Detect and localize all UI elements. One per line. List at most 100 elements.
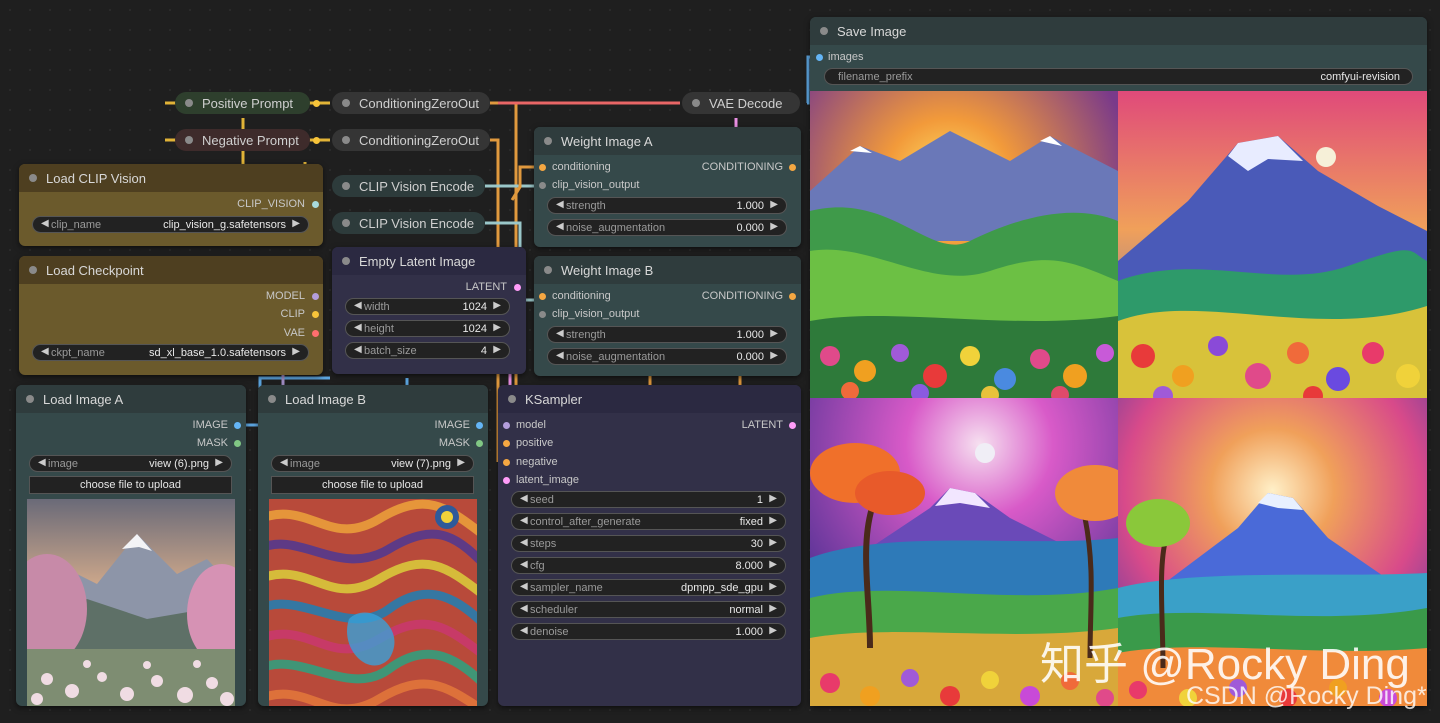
denoise-widget[interactable]: ◀ denoise 1.000 ▶ [511,623,786,640]
collapse-dot-icon[interactable] [342,219,350,227]
collapse-dot-icon[interactable] [29,266,37,274]
node-header[interactable]: Load Checkpoint [19,256,323,284]
weight-image-b-node[interactable]: Weight Image B conditioning clip_vision_… [534,256,801,376]
image-combo[interactable]: ◀ image view (6).png ▶ [29,455,232,472]
arrow-right-icon[interactable]: ▶ [769,603,777,614]
output-dot-icon[interactable] [312,201,319,208]
collapse-dot-icon[interactable] [820,27,828,35]
input-dot-icon[interactable] [503,477,510,484]
upload-button[interactable]: choose file to upload [271,476,474,494]
collapse-dot-icon[interactable] [508,395,516,403]
output-dot-icon[interactable] [789,293,796,300]
arrow-left-icon[interactable]: ◀ [354,344,362,355]
arrow-left-icon[interactable]: ◀ [520,493,528,504]
output-image-2[interactable] [1118,91,1427,398]
arrow-right-icon[interactable]: ▶ [769,559,777,570]
cfg-widget[interactable]: ◀ cfg 8.000 ▶ [511,557,786,574]
input-dot-icon[interactable] [503,440,510,447]
image-combo[interactable]: ◀ image view (7).png ▶ [271,455,474,472]
conditioning-zero-out-node[interactable]: ConditioningZeroOut [332,129,490,151]
node-header[interactable]: Load CLIP Vision [19,164,323,192]
input-dot-icon[interactable] [539,293,546,300]
clip-vision-encode-node[interactable]: CLIP Vision Encode [332,175,485,197]
arrow-left-icon[interactable]: ◀ [556,328,564,339]
node-header[interactable]: Weight Image B [534,256,801,284]
positive-prompt-node[interactable]: Positive Prompt [175,92,310,114]
width-widget[interactable]: ◀ width 1024 ▶ [345,298,510,315]
vae-decode-node[interactable]: VAE Decode [682,92,800,114]
load-image-a-node[interactable]: Load Image A IMAGE MASK ◀ image view (6)… [16,385,246,706]
collapse-dot-icon[interactable] [544,137,552,145]
load-clip-vision-node[interactable]: Load CLIP Vision CLIP_VISION ◀ clip_name… [19,164,323,246]
output-dot-icon[interactable] [313,100,320,107]
collapse-dot-icon[interactable] [26,395,34,403]
ksampler-node[interactable]: KSampler model positive negative latent_… [498,385,801,706]
collapse-dot-icon[interactable] [185,99,193,107]
upload-button[interactable]: choose file to upload [29,476,232,494]
collapse-dot-icon[interactable] [692,99,700,107]
output-dot-icon[interactable] [234,440,241,447]
node-header[interactable]: Load Image A [16,385,246,413]
output-image-1[interactable] [810,91,1118,398]
arrow-right-icon[interactable]: ▶ [769,515,777,526]
arrow-left-icon[interactable]: ◀ [41,346,49,357]
node-header[interactable]: Empty Latent Image [332,247,526,275]
arrow-right-icon[interactable]: ▶ [292,346,300,357]
input-dot-icon[interactable] [539,164,546,171]
weight-image-a-node[interactable]: Weight Image A conditioning clip_vision_… [534,127,801,247]
arrow-left-icon[interactable]: ◀ [280,457,288,468]
arrow-right-icon[interactable]: ▶ [769,625,777,636]
output-dot-icon[interactable] [312,311,319,318]
height-widget[interactable]: ◀ height 1024 ▶ [345,320,510,337]
arrow-left-icon[interactable]: ◀ [520,581,528,592]
arrow-right-icon[interactable]: ▶ [770,221,778,232]
clip-name-combo[interactable]: ◀ clip_name clip_vision_g.safetensors ▶ [32,216,309,233]
collapse-dot-icon[interactable] [342,99,350,107]
arrow-right-icon[interactable]: ▶ [457,457,465,468]
arrow-right-icon[interactable]: ▶ [770,350,778,361]
arrow-right-icon[interactable]: ▶ [769,493,777,504]
arrow-right-icon[interactable]: ▶ [493,322,501,333]
arrow-right-icon[interactable]: ▶ [769,581,777,592]
arrow-left-icon[interactable]: ◀ [520,625,528,636]
collapse-dot-icon[interactable] [544,266,552,274]
arrow-left-icon[interactable]: ◀ [354,300,362,311]
load-image-b-node[interactable]: Load Image B IMAGE MASK ◀ image view (7)… [258,385,488,706]
output-dot-icon[interactable] [476,440,483,447]
output-dot-icon[interactable] [312,330,319,337]
node-header[interactable]: Load Image B [258,385,488,413]
filename-prefix-input[interactable]: filename_prefix comfyui-revision [824,68,1413,85]
node-header[interactable]: KSampler [498,385,801,413]
arrow-left-icon[interactable]: ◀ [520,515,528,526]
clip-vision-encode-node[interactable]: CLIP Vision Encode [332,212,485,234]
output-dot-icon[interactable] [312,293,319,300]
arrow-left-icon[interactable]: ◀ [556,199,564,210]
output-dot-icon[interactable] [514,284,521,291]
collapse-dot-icon[interactable] [342,257,350,265]
arrow-right-icon[interactable]: ▶ [292,218,300,229]
arrow-right-icon[interactable]: ▶ [493,344,501,355]
node-header[interactable]: Weight Image A [534,127,801,155]
collapse-dot-icon[interactable] [342,136,350,144]
negative-prompt-node[interactable]: Negative Prompt [175,129,310,151]
output-dot-icon[interactable] [789,422,796,429]
ckpt-name-combo[interactable]: ◀ ckpt_name sd_xl_base_1.0.safetensors ▶ [32,344,309,361]
arrow-left-icon[interactable]: ◀ [38,457,46,468]
collapse-dot-icon[interactable] [185,136,193,144]
node-header[interactable]: Save Image [810,17,1427,45]
noise-augmentation-widget[interactable]: ◀ noise_augmentation 0.000 ▶ [547,219,787,236]
output-dot-icon[interactable] [476,422,483,429]
input-dot-icon[interactable] [816,54,823,61]
steps-widget[interactable]: ◀ steps 30 ▶ [511,535,786,552]
input-dot-icon[interactable] [503,422,510,429]
collapse-dot-icon[interactable] [342,182,350,190]
save-image-node[interactable]: Save Image images filename_prefix comfyu… [810,17,1427,706]
arrow-left-icon[interactable]: ◀ [354,322,362,333]
seed-widget[interactable]: ◀ seed 1 ▶ [511,491,786,508]
collapse-dot-icon[interactable] [29,174,37,182]
empty-latent-image-node[interactable]: Empty Latent Image LATENT ◀ width 1024 ▶… [332,247,526,374]
arrow-right-icon[interactable]: ▶ [769,537,777,548]
conditioning-zero-out-node[interactable]: ConditioningZeroOut [332,92,490,114]
collapse-dot-icon[interactable] [268,395,276,403]
load-checkpoint-node[interactable]: Load Checkpoint MODEL CLIP VAE ◀ ckpt_na… [19,256,323,375]
